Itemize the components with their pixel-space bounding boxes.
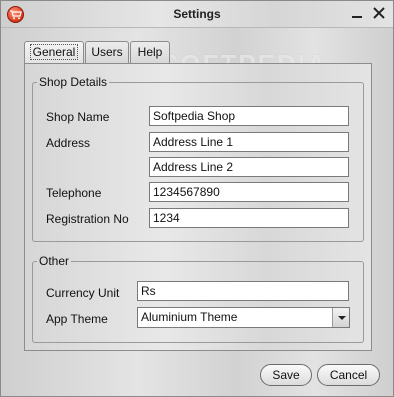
shop-details-legend: Shop Details <box>39 75 108 89</box>
title-bar[interactable]: Settings <box>1 1 393 28</box>
tab-help[interactable]: Help <box>130 41 170 63</box>
tab-general-label: General <box>29 44 79 60</box>
settings-window: Settings SOFTPEDIA General Users Help Sh… <box>0 0 394 397</box>
app-theme-label: App Theme <box>46 312 108 326</box>
save-button[interactable]: Save <box>260 364 312 386</box>
currency-unit-input[interactable]: Rs <box>137 281 349 301</box>
minimize-icon[interactable] <box>349 5 365 21</box>
cancel-button[interactable]: Cancel <box>317 364 380 386</box>
tab-general[interactable]: General <box>24 41 84 64</box>
address-label: Address <box>46 136 91 150</box>
registration-label: Registration No <box>46 212 129 226</box>
currency-unit-label: Currency Unit <box>46 286 120 300</box>
telephone-input[interactable]: 1234567890 <box>149 182 349 202</box>
telephone-label: Telephone <box>46 186 102 200</box>
shop-name-label: Shop Name <box>46 110 110 124</box>
other-legend: Other <box>39 254 70 268</box>
shop-name-input[interactable]: Softpedia Shop <box>149 106 349 126</box>
tab-users-label: Users <box>91 45 123 59</box>
tab-users[interactable]: Users <box>85 41 129 63</box>
close-icon[interactable] <box>371 5 387 21</box>
tab-help-label: Help <box>137 45 163 59</box>
app-theme-value: Aluminium Theme <box>141 310 238 324</box>
chevron-down-icon[interactable] <box>332 308 349 327</box>
address-line1-input[interactable]: Address Line 1 <box>149 132 349 152</box>
window-title: Settings <box>173 7 221 21</box>
address-line2-input[interactable]: Address Line 2 <box>149 157 349 177</box>
app-theme-select[interactable]: Aluminium Theme <box>137 307 350 328</box>
registration-input[interactable]: 1234 <box>149 208 349 228</box>
general-panel: Shop Details Shop Name Softpedia Shop Ad… <box>24 63 372 351</box>
